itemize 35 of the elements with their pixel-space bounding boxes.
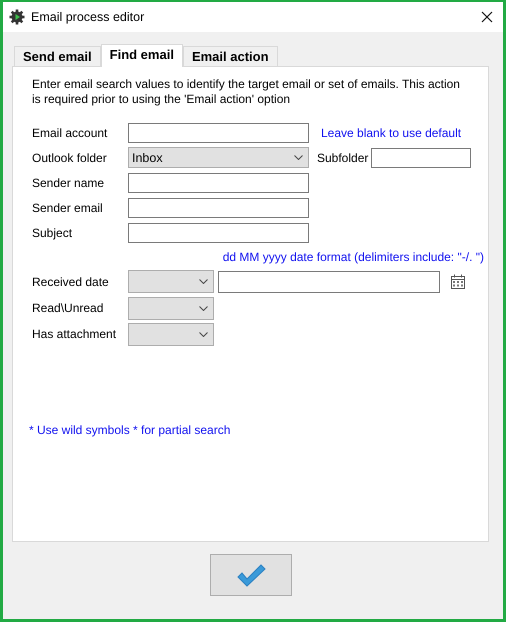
input-field[interactable] — [128, 172, 309, 192]
field-label: Sender name — [32, 176, 106, 190]
input-field[interactable] — [371, 148, 472, 168]
field-label: Email account — [32, 126, 108, 140]
input-field[interactable] — [128, 122, 309, 142]
field-label: Received date — [32, 274, 110, 288]
chevron-icon — [199, 279, 208, 284]
tab[interactable]: Find email — [100, 44, 183, 67]
chevron-icon — [199, 332, 208, 336]
field-label: Subject — [32, 226, 74, 240]
hint-text: Leave blank to use default — [321, 126, 462, 140]
calendar-icon[interactable] — [450, 274, 466, 290]
gear-icon — [9, 9, 25, 25]
chevron-icon — [199, 306, 208, 310]
field-label: Outlook folder — [32, 150, 108, 164]
input-field[interactable] — [128, 198, 309, 218]
description-text: Enter email search values to identify the target email or set of emails. This action is required prior to using the 'Email action' option — [32, 77, 460, 107]
folder-dropdown[interactable]: Inbox — [128, 147, 309, 168]
dropdown[interactable] — [128, 322, 214, 346]
chevron-icon — [294, 155, 303, 160]
field-label: Has attachment — [32, 327, 118, 341]
close-icon — [481, 11, 493, 23]
tab[interactable]: Send email — [14, 46, 101, 66]
dropdown[interactable] — [128, 296, 214, 320]
date-field[interactable] — [218, 270, 440, 292]
tab[interactable]: Email action — [182, 46, 278, 66]
field-label: Subfolder — [317, 150, 368, 164]
footnote-text: * Use wild symbols * for partial search — [29, 423, 232, 437]
input-field[interactable] — [128, 222, 309, 242]
confirm-button[interactable] — [210, 554, 292, 596]
checkmark-icon — [236, 562, 266, 588]
hint-text: dd MM yyyy date format (delimiters include: "-/. ") — [222, 249, 484, 266]
field-label: Read\Unread — [32, 301, 104, 315]
field-label: Sender email — [32, 200, 104, 214]
window-title: Email process editor — [31, 10, 146, 24]
